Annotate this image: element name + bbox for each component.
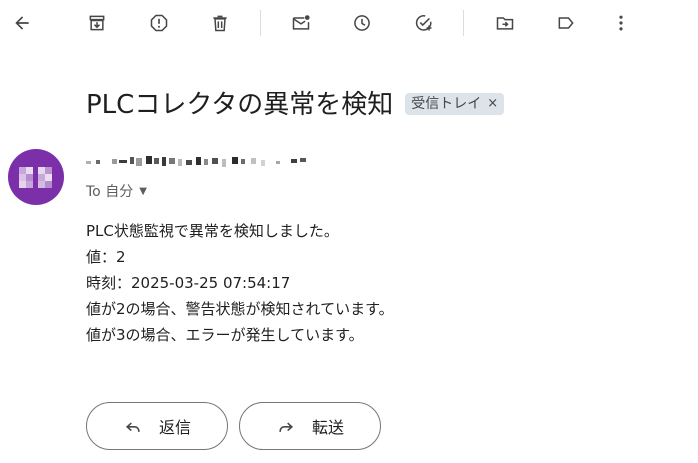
to-line-text: To 自分 <box>86 184 134 200</box>
message-toolbar <box>0 0 698 46</box>
body-line: 値：2 <box>86 248 126 266</box>
toolbar-divider <box>260 10 261 36</box>
report-spam-button[interactable] <box>143 7 175 39</box>
body-line: 値が3の場合、エラーが発生しています。 <box>86 326 364 344</box>
add-to-tasks-icon <box>415 15 432 31</box>
report-spam-icon <box>150 14 168 32</box>
move-to-button[interactable] <box>489 7 521 39</box>
archive-button[interactable] <box>81 7 113 39</box>
sender-avatar[interactable] <box>8 149 64 205</box>
snooze-icon <box>354 15 370 31</box>
delete-icon <box>213 15 227 32</box>
forward-button[interactable]: 転送 <box>239 402 381 450</box>
back-arrow-icon <box>15 16 29 30</box>
body-line: 値が2の場合、警告状態が検知されています。 <box>86 300 394 318</box>
body-line: 時刻：2025-03-25 07:54:17 <box>86 274 291 292</box>
reply-button[interactable]: 返信 <box>86 402 228 450</box>
pixelated-avatar-image <box>19 167 52 188</box>
snooze-button[interactable] <box>346 7 378 39</box>
inbox-label-chip[interactable]: 受信トレイ × <box>405 92 505 115</box>
forward-icon <box>279 422 294 432</box>
label-button[interactable] <box>550 7 582 39</box>
move-to-icon <box>496 17 514 30</box>
subject-row: PLCコレクタの異常を検知 受信トレイ × <box>86 84 505 121</box>
archive-icon <box>89 15 105 31</box>
delete-button[interactable] <box>204 7 236 39</box>
back-button[interactable] <box>6 7 38 39</box>
mark-unread-button[interactable] <box>285 7 317 39</box>
body-line: PLC状態監視で異常を検知しました。 <box>86 222 339 240</box>
remove-label-icon[interactable]: × <box>487 93 498 115</box>
toolbar-divider <box>463 10 464 36</box>
more-options-button[interactable] <box>605 7 637 39</box>
sender-name-redacted <box>86 156 306 167</box>
add-to-tasks-button[interactable] <box>408 7 440 39</box>
mark-unread-icon <box>292 15 310 30</box>
label-chip-text: 受信トレイ <box>411 95 482 112</box>
message-subject: PLCコレクタの異常を検知 <box>86 90 394 120</box>
reply-icon <box>125 422 140 432</box>
message-body: PLC状態監視で異常を検知しました。 値：2 時刻：2025-03-25 07:… <box>86 218 394 348</box>
reply-label: 返信 <box>158 418 191 437</box>
forward-label: 転送 <box>311 418 344 437</box>
recipient-details-toggle[interactable]: To 自分 ▼ <box>86 181 147 201</box>
label-icon <box>558 17 574 29</box>
more-vert-icon <box>619 15 623 31</box>
caret-down-icon: ▼ <box>139 185 147 197</box>
